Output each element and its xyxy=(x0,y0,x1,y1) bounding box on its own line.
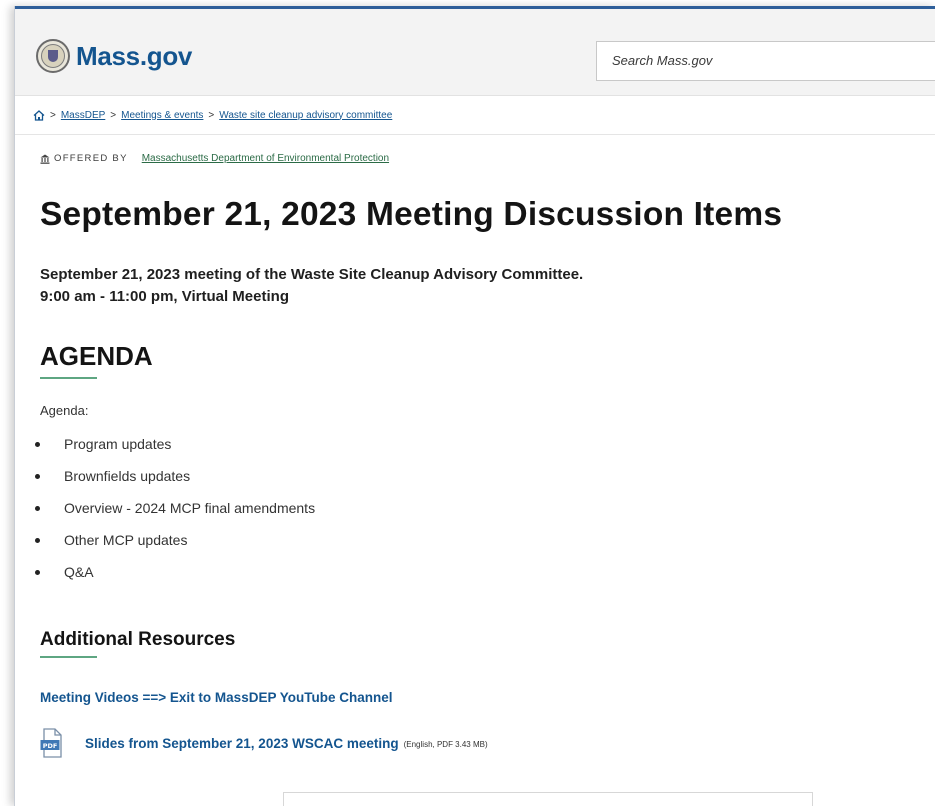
breadcrumb-link-massdep[interactable]: MassDEP xyxy=(61,110,105,121)
offered-by-label: OFFERED BY xyxy=(54,153,128,164)
search-input[interactable]: Search Mass.gov xyxy=(596,41,935,81)
agenda-item-text: Q&A xyxy=(64,564,94,580)
offered-by: OFFERED BY Massachusetts Department of E… xyxy=(40,153,389,164)
breadcrumb-link-meetings[interactable]: Meetings & events xyxy=(121,110,203,121)
agenda-intro: Agenda: xyxy=(40,403,89,418)
pdf-file-meta: (English, PDF 3.43 MB) xyxy=(403,740,488,749)
pdf-file-icon[interactable]: PDF xyxy=(40,728,64,758)
breadcrumb-separator: > xyxy=(110,109,117,121)
agenda-heading-rule xyxy=(40,377,97,379)
pdf-resource: PDF Slides from September 21, 2023 WSCAC… xyxy=(40,728,488,758)
bullet-icon xyxy=(35,442,40,447)
agenda-item-text: Overview - 2024 MCP final amendments xyxy=(64,500,316,516)
list-item: Program updates xyxy=(35,436,315,468)
page-title: September 21, 2023 Meeting Discussion It… xyxy=(40,196,783,233)
slides-pdf-link[interactable]: Slides from September 21, 2023 WSCAC mee… xyxy=(85,736,399,751)
browser-page: Mass.gov Search Mass.gov > MassDEP > Mee… xyxy=(14,6,935,806)
home-icon[interactable] xyxy=(33,109,45,121)
meeting-videos-link[interactable]: Meeting Videos ==> Exit to MassDEP YouTu… xyxy=(40,690,392,705)
site-header: Mass.gov Search Mass.gov xyxy=(15,9,935,96)
agenda-item-text: Brownfields updates xyxy=(64,468,191,484)
bullet-icon xyxy=(35,474,40,479)
resources-heading-rule xyxy=(40,656,97,658)
footer-input-box[interactable] xyxy=(283,792,813,806)
breadcrumb-separator: > xyxy=(50,109,56,121)
building-icon xyxy=(40,154,50,164)
logo-text: Mass.gov xyxy=(76,40,193,71)
list-item: Other MCP updates xyxy=(35,532,315,564)
bullet-icon xyxy=(35,570,40,575)
agenda-heading: AGENDA xyxy=(40,341,153,371)
site-logo-link[interactable]: Mass.gov xyxy=(36,39,192,73)
list-item: Q&A xyxy=(35,564,315,596)
breadcrumb-link-committee[interactable]: Waste site cleanup advisory committee xyxy=(219,110,392,121)
svg-text:PDF: PDF xyxy=(43,742,58,750)
page-subtitle: September 21, 2023 meeting of the Waste … xyxy=(40,264,583,308)
agenda-item-text: Program updates xyxy=(64,436,172,452)
bullet-icon xyxy=(35,506,40,511)
offered-by-org-link[interactable]: Massachusetts Department of Environmenta… xyxy=(142,153,389,164)
agenda-list: Program updates Brownfields updates Over… xyxy=(35,436,315,596)
subtitle-line-description: September 21, 2023 meeting of the Waste … xyxy=(40,266,584,283)
breadcrumb-separator: > xyxy=(208,109,215,121)
subtitle-line-time: 9:00 am - 11:00 pm, Virtual Meeting xyxy=(40,288,289,305)
list-item: Overview - 2024 MCP final amendments xyxy=(35,500,315,532)
bullet-icon xyxy=(35,538,40,543)
agenda-item-text: Other MCP updates xyxy=(64,532,188,548)
breadcrumb: > MassDEP > Meetings & events > Waste si… xyxy=(15,96,935,135)
list-item: Brownfields updates xyxy=(35,468,315,500)
additional-resources-heading: Additional Resources xyxy=(40,629,236,650)
state-seal-icon xyxy=(36,39,70,73)
